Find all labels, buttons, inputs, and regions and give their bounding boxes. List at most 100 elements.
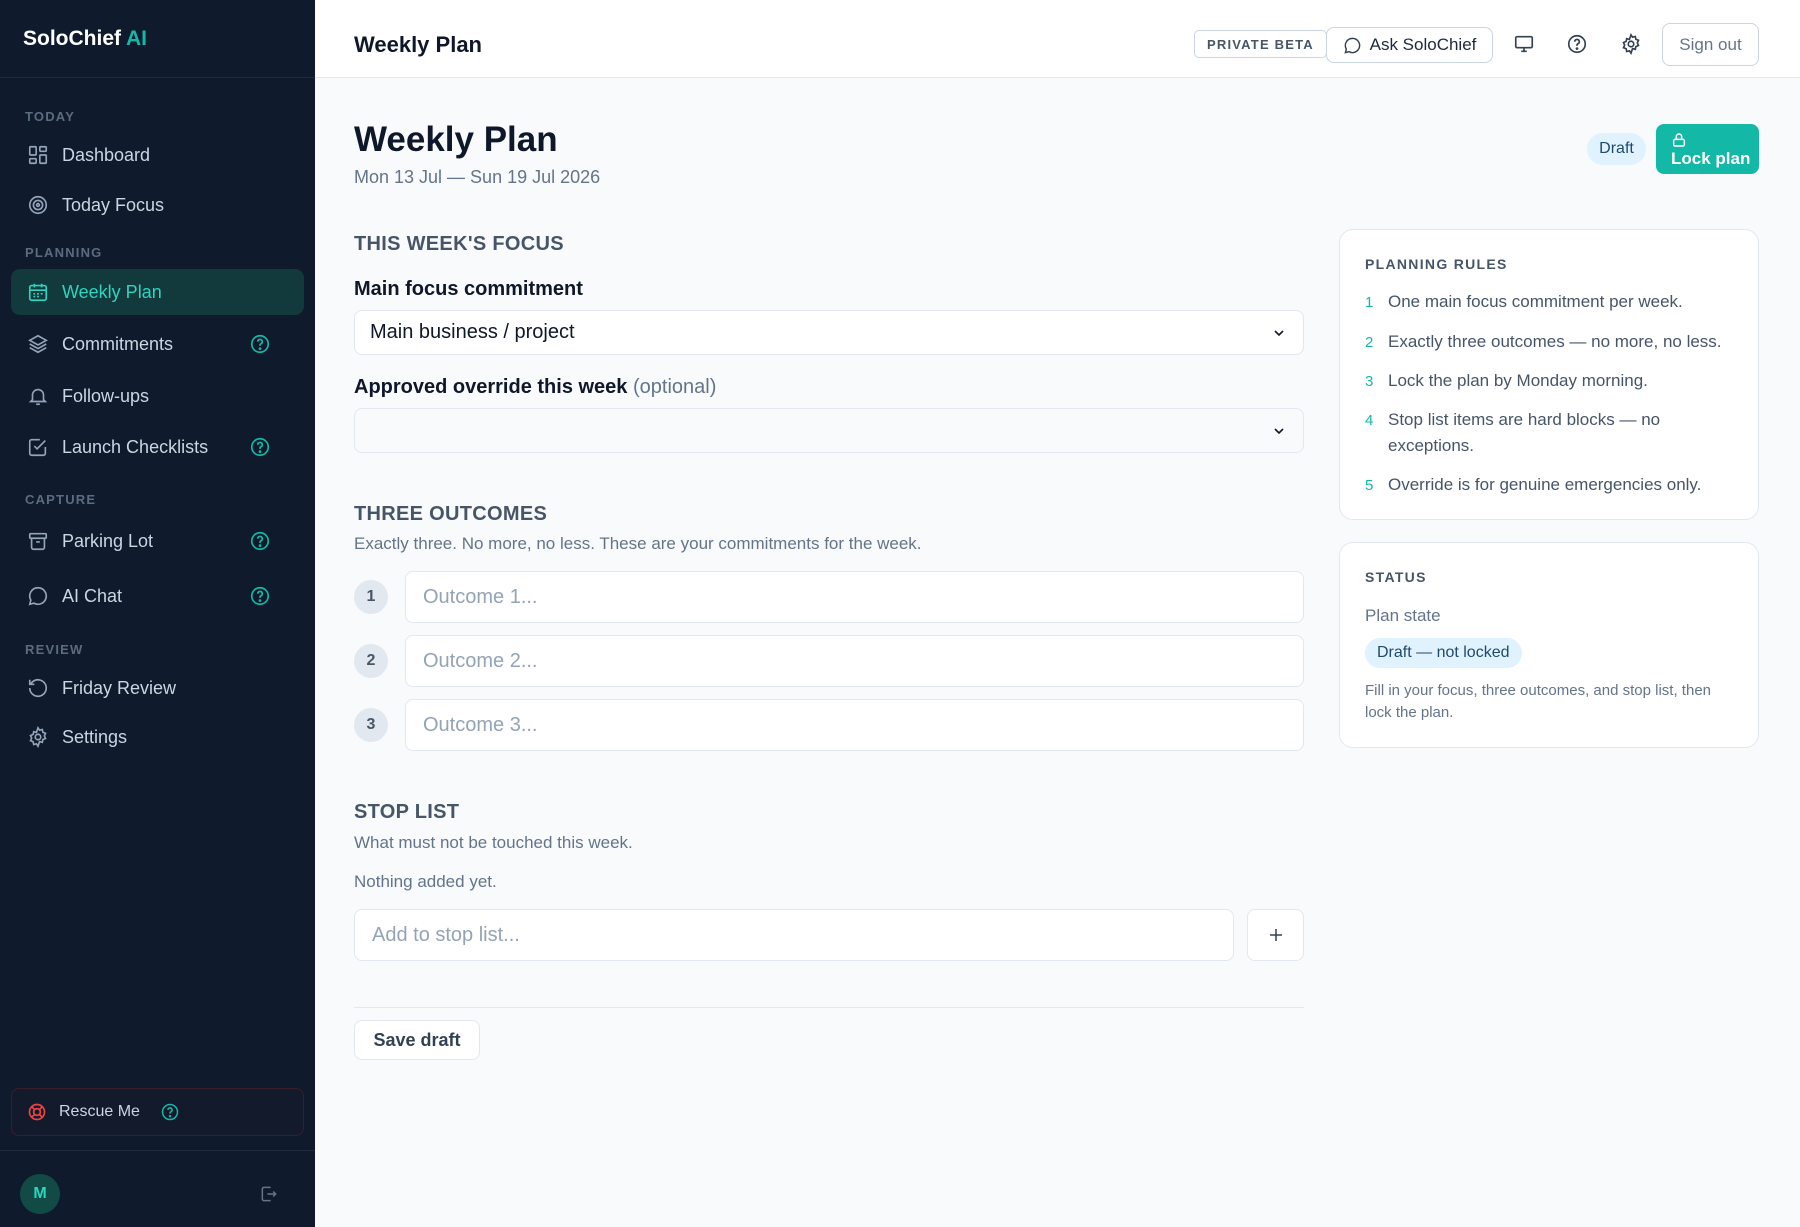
rule-item: 5 Override is for genuine emergencies onl… (1365, 472, 1745, 498)
rule-item: 3 Lock the plan by Monday morning. (1365, 368, 1745, 394)
logout-icon[interactable] (259, 1184, 279, 1204)
rule-text: Exactly three outcomes — no more, no les… (1388, 332, 1722, 351)
sidebar-item-launch-checklists[interactable]: Launch Checklists (11, 424, 304, 470)
sidebar-item-weekly-plan[interactable]: Weekly Plan (11, 269, 304, 315)
help-circle-icon[interactable] (249, 333, 271, 355)
rule-number: 5 (1365, 477, 1374, 494)
save-draft-button[interactable]: Save draft (354, 1020, 480, 1060)
rule-text: Stop list items are hard blocks — no exc… (1388, 410, 1661, 455)
lock-plan-label: Lock plan (1671, 149, 1751, 168)
outcome-3-input[interactable] (405, 699, 1304, 751)
lock-icon (1672, 133, 1686, 147)
sidebar-item-label: AI Chat (62, 585, 123, 606)
sidebar-item-label: Friday Review (62, 677, 177, 698)
sidebar-item-label: Weekly Plan (62, 281, 162, 302)
help-circle-icon[interactable] (160, 1102, 180, 1122)
sidebar-item-ai-chat[interactable]: AI Chat (11, 573, 304, 619)
stop-list-empty-text: Nothing added yet. (354, 872, 497, 891)
override-label-text: Approved override this week (354, 376, 628, 398)
stop-list-subtitle: What must not be touched this week. (354, 833, 633, 852)
override-select[interactable] (354, 408, 1304, 453)
dashboard-icon (28, 145, 48, 165)
help-circle-icon[interactable] (249, 585, 271, 607)
sidebar-item-parking-lot[interactable]: Parking Lot (11, 518, 304, 564)
status-title: STATUS (1365, 569, 1427, 585)
sidebar: SoloChief AI TODAY Dashboard Today Focus … (0, 0, 315, 1227)
rule-item: 1 One main focus commitment per week. (1365, 289, 1745, 315)
sidebar-item-label: Launch Checklists (62, 436, 209, 457)
rule-item: 2 Exactly three outcomes — no more, no le… (1365, 329, 1745, 355)
plan-state-label: Plan state (1365, 606, 1441, 625)
sidebar-item-dashboard[interactable]: Dashboard (11, 132, 304, 178)
focus-section-title: THIS WEEK'S FOCUS (354, 233, 564, 255)
outcome-1-input[interactable] (405, 571, 1304, 623)
sidebar-item-label: Parking Lot (62, 530, 154, 551)
lifebuoy-icon (28, 1103, 46, 1121)
section-label-review: REVIEW (25, 642, 84, 657)
planning-rules-title: PLANNING RULES (1365, 256, 1508, 272)
rule-text: Override is for genuine emergencies only… (1388, 475, 1702, 494)
sidebar-item-settings[interactable]: Settings (11, 714, 304, 760)
lock-plan-button[interactable]: Lock plan (1656, 124, 1759, 174)
main-focus-value: Main business / project (370, 321, 575, 343)
sidebar-footer: M (0, 1150, 315, 1227)
monitor-icon[interactable] (1513, 33, 1535, 55)
status-badge: Draft (1587, 133, 1646, 165)
checkbox-icon (28, 438, 47, 457)
outcome-number: 1 (354, 580, 388, 614)
ask-solochief-label: Ask SoloChief (1369, 35, 1477, 54)
brand-logo[interactable]: SoloChief AI (0, 0, 315, 78)
sidebar-item-today-focus[interactable]: Today Focus (11, 182, 304, 228)
add-stop-item-button[interactable] (1247, 909, 1304, 961)
sidebar-item-label: Today Focus (62, 194, 165, 215)
rule-number: 4 (1365, 412, 1374, 429)
help-circle-icon[interactable] (249, 436, 271, 458)
sidebar-item-label: Settings (62, 726, 128, 747)
chat-icon (1343, 37, 1360, 54)
plus-icon (1269, 929, 1282, 941)
chat-icon (28, 586, 48, 606)
divider (354, 1007, 1304, 1008)
main-focus-label: Main focus commitment (354, 278, 583, 300)
private-beta-badge: PRIVATE BETA (1194, 30, 1327, 58)
rule-number: 1 (1365, 294, 1374, 311)
calendar-icon (28, 283, 48, 302)
sign-out-button[interactable]: Sign out (1662, 23, 1759, 66)
brand-suffix: AI (126, 26, 147, 50)
page-title: Weekly Plan (354, 120, 558, 159)
target-icon (28, 195, 48, 215)
chevron-down-icon (1274, 330, 1284, 337)
sidebar-item-follow-ups[interactable]: Follow-ups (11, 373, 304, 419)
stop-list-input[interactable] (354, 909, 1234, 961)
help-circle-icon[interactable] (1566, 33, 1588, 55)
bell-icon (28, 388, 48, 406)
planning-rules-card: PLANNING RULES 1 One main focus commitmen… (1339, 229, 1759, 520)
rule-item: 4 Stop list items are hard blocks — no ex… (1365, 407, 1745, 459)
outcomes-section-title: THREE OUTCOMES (354, 503, 548, 525)
status-card: STATUS Plan state Draft — not locked Fil… (1339, 542, 1759, 748)
refresh-icon (28, 679, 48, 698)
brand-name: SoloChief (23, 26, 121, 50)
rule-number: 2 (1365, 334, 1374, 351)
ask-solochief-button[interactable]: Ask SoloChief (1326, 27, 1493, 63)
top-bar: Weekly Plan PRIVATE BETA Ask SoloChief S… (315, 0, 1800, 78)
section-label-today: TODAY (25, 109, 76, 124)
stop-list-section-title: STOP LIST (354, 801, 460, 823)
sidebar-item-friday-review[interactable]: Friday Review (11, 665, 304, 711)
outcome-number: 3 (354, 708, 388, 742)
layers-icon (28, 334, 48, 354)
outcome-number: 2 (354, 644, 388, 678)
main-focus-select[interactable]: Main business / project (354, 310, 1304, 355)
outcome-2-input[interactable] (405, 635, 1304, 687)
rescue-me-label: Rescue Me (59, 1103, 140, 1120)
plan-state-badge: Draft — not locked (1365, 638, 1522, 668)
help-circle-icon[interactable] (249, 530, 271, 552)
sidebar-item-commitments[interactable]: Commitments (11, 321, 304, 367)
archive-icon (28, 532, 48, 551)
sidebar-item-label: Dashboard (62, 144, 151, 165)
optional-hint: (optional) (632, 376, 717, 398)
avatar[interactable]: M (20, 1174, 60, 1214)
rescue-me-button[interactable]: Rescue Me (11, 1088, 304, 1136)
gear-icon[interactable] (1620, 33, 1642, 55)
sidebar-item-label: Follow-ups (62, 385, 150, 406)
